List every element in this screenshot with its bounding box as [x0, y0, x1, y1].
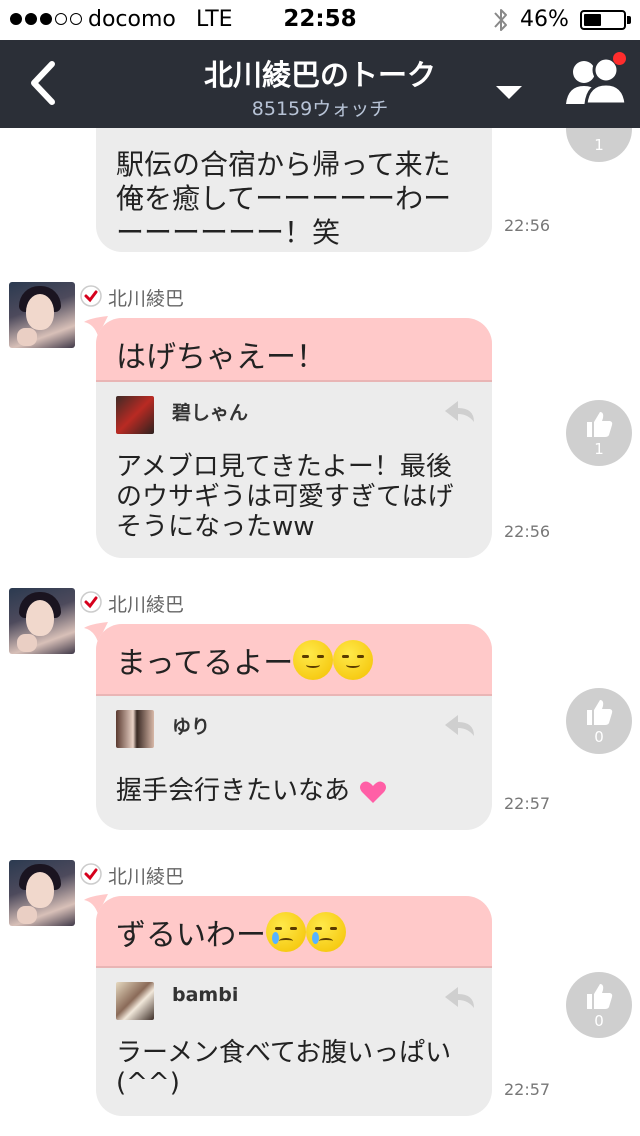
battery-icon	[580, 10, 626, 30]
bluetooth-icon	[494, 9, 507, 31]
message-bubble[interactable]: ずるいわー bambi ラーメン食べてお腹いっぱい(^^)	[96, 896, 492, 1116]
battery-percentage: 46%	[520, 7, 569, 32]
thumbs-up-icon	[587, 984, 613, 1009]
chat-area[interactable]: 駅伝の合宿から帰って来た俺を癒してーーーーーわーーーーーーー！笑 22:56 1…	[0, 0, 640, 1136]
commenter-name: ゆり	[172, 716, 211, 738]
poster-avatar[interactable]	[9, 860, 75, 926]
members-button[interactable]	[562, 52, 632, 110]
heart-emoji-icon	[360, 781, 387, 803]
reply-text: まってるよー	[116, 646, 294, 681]
commenter-avatar[interactable]	[116, 982, 154, 1020]
reply-line: まってるよー	[116, 638, 374, 682]
poster-avatar[interactable]	[9, 588, 75, 654]
poster-name: 北川綾巴	[108, 288, 185, 310]
crying-emoji-icon	[306, 912, 346, 952]
commenter-avatar[interactable]	[116, 396, 154, 434]
like-count: 1	[594, 136, 604, 154]
thumbs-up-icon	[587, 700, 613, 725]
poster-name: 北川綾巴	[108, 594, 185, 616]
reply-arrow-icon[interactable]	[442, 712, 476, 738]
reply-section: はげちゃえー！	[96, 318, 492, 382]
poster-name: 北川綾巴	[108, 866, 185, 888]
comment-text: 駅伝の合宿から帰って来た俺を癒してーーーーーわーーーーーーー！笑	[116, 148, 452, 249]
like-button[interactable]: 0	[566, 688, 632, 754]
comment-text: ラーメン食べてお腹いっぱい(^^)	[116, 1038, 452, 1098]
timestamp: 22:56	[504, 216, 551, 235]
crying-emoji-icon	[266, 912, 306, 952]
like-button[interactable]: 0	[566, 972, 632, 1038]
commenter-name: bambi	[172, 984, 239, 1006]
like-count: 0	[594, 1012, 604, 1030]
reply-arrow-icon[interactable]	[442, 984, 476, 1010]
like-count: 0	[594, 728, 604, 746]
smile-emoji-icon	[293, 640, 334, 680]
like-button[interactable]: 1	[566, 400, 632, 466]
reply-section: ずるいわー	[96, 896, 492, 968]
message-bubble[interactable]: はげちゃえー！ 碧しゃん アメブロ見てきたよー！最後のウサギうは可愛すぎてはげそ…	[96, 318, 492, 558]
thumbs-up-icon	[587, 412, 613, 437]
reply-arrow-icon[interactable]	[442, 398, 476, 424]
dropdown-arrow-icon[interactable]	[496, 86, 522, 100]
smile-emoji-icon	[333, 640, 374, 680]
timestamp: 22:57	[504, 794, 551, 813]
comment-text: アメブロ見てきたよー！最後のウサギうは可愛すぎてはげそうになったww	[116, 452, 454, 542]
message-bubble[interactable]: まってるよー ゆり 握手会行きたいなあ	[96, 624, 492, 830]
battery-level	[584, 14, 601, 26]
page-title: 北川綾巴のトーク	[203, 58, 436, 92]
timestamp: 22:56	[504, 522, 551, 541]
status-bar: docomo LTE 22:58 46%	[0, 0, 640, 40]
reply-text: はげちゃえー！	[116, 340, 326, 375]
reply-line: ずるいわー	[116, 910, 346, 954]
reply-section: まってるよー	[96, 624, 492, 696]
verified-check-icon	[80, 285, 102, 307]
poster-avatar[interactable]	[9, 282, 75, 348]
watch-count: 85159ウォッチ	[251, 98, 389, 120]
battery-tip	[627, 16, 631, 24]
nav-bar: 北川綾巴のトーク 85159ウォッチ	[0, 40, 640, 128]
commenter-avatar[interactable]	[116, 710, 154, 748]
like-count: 1	[594, 440, 604, 458]
verified-check-icon	[80, 591, 102, 613]
app-root: 駅伝の合宿から帰って来た俺を癒してーーーーーわーーーーーーー！笑 22:56 1…	[0, 0, 640, 1136]
comment-line: 握手会行きたいなあ	[116, 776, 472, 806]
verified-check-icon	[80, 863, 102, 885]
notification-badge	[613, 52, 626, 65]
reply-text: ずるいわー	[116, 918, 266, 953]
commenter-name: 碧しゃん	[172, 402, 249, 424]
timestamp: 22:57	[504, 1080, 551, 1099]
comment-text: 握手会行きたいなあ	[116, 776, 351, 806]
